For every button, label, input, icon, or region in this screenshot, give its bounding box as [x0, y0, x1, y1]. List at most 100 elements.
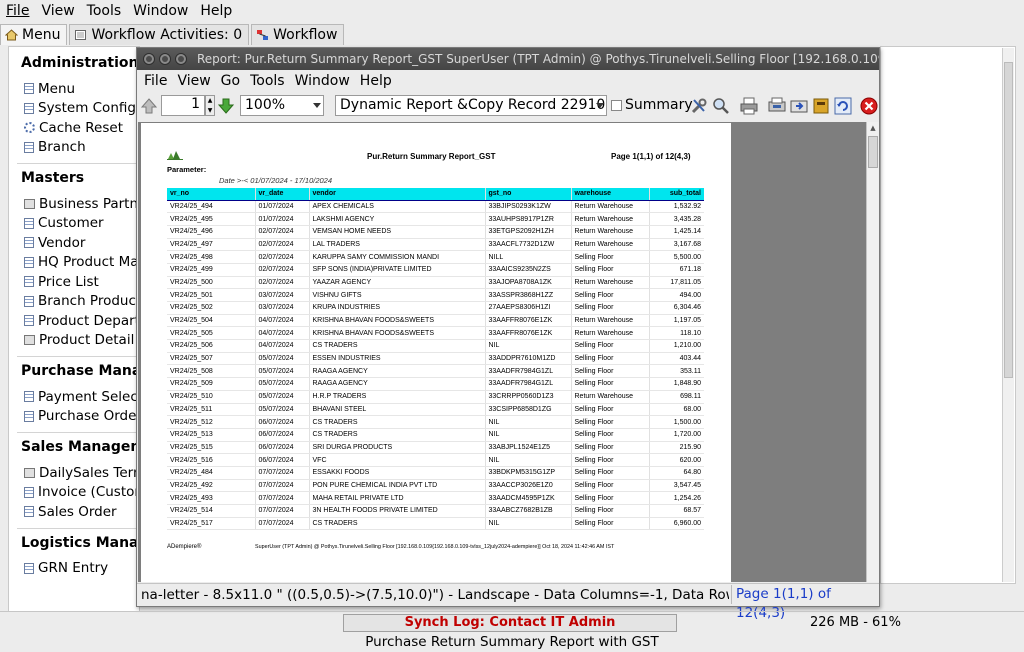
print-button[interactable]	[739, 96, 759, 116]
table-cell: 33AADFR7984G1ZL	[484, 364, 571, 379]
close-report-button[interactable]	[859, 96, 879, 116]
maximize-window-icon[interactable]	[175, 53, 187, 65]
tab-workflow[interactable]: Workflow	[251, 24, 345, 45]
sidebar-item[interactable]: Sales Order	[9, 502, 139, 522]
report-footer-info: SuperUser (TPT Admin) @ Pothys.Tirunelve…	[255, 544, 615, 550]
sidebar-section-title[interactable]: Masters	[9, 170, 139, 186]
table-cell: Selling Floor	[570, 263, 649, 277]
report-window-titlebar[interactable]: Report: Pur.Return Summary Report_GST Su…	[137, 48, 879, 70]
sidebar-item[interactable]: HQ Product Mas	[9, 253, 139, 273]
page-number-input[interactable]: 1	[161, 95, 205, 116]
sidebar-item[interactable]: Product Departr	[9, 311, 139, 331]
table-cell: 1,848.90	[648, 377, 704, 391]
page-spinner[interactable]: ▲ ▼	[205, 95, 215, 116]
sidebar-item[interactable]: GRN Entry	[9, 559, 139, 579]
sidebar-section-title[interactable]: Logistics Manag	[9, 535, 139, 551]
scrollbar-thumb[interactable]	[1004, 62, 1013, 378]
table-row: VR24/25_507 05/07/2024 ESSEN INDUSTRIES 33A…	[167, 352, 704, 366]
workspace-scrollbar[interactable]	[1002, 48, 1014, 582]
sidebar-item[interactable]: Vendor	[9, 233, 139, 253]
menu-tools[interactable]: Tools	[81, 3, 128, 19]
printer-mail-icon	[768, 97, 786, 112]
sidebar-item[interactable]: Customer	[9, 214, 139, 234]
sidebar-item[interactable]: Invoice (Custon	[9, 483, 139, 503]
report-vertical-scrollbar[interactable]: ▲	[866, 122, 879, 582]
table-cell: 3N HEALTH FOODS PRIVATE LIMITED	[308, 504, 485, 518]
table-cell: NILL	[484, 250, 571, 264]
sidebar-item[interactable]: Business Partne	[9, 194, 139, 214]
next-page-button[interactable]	[217, 96, 235, 116]
report-type-value: Dynamic Report &Copy Record 2291032	[340, 97, 607, 113]
table-cell: VR24/25_504	[167, 314, 255, 328]
report-menu-help[interactable]: Help	[355, 73, 397, 89]
report-menu-view[interactable]: View	[172, 73, 215, 89]
scrollbar-thumb[interactable]	[868, 136, 878, 168]
scroll-up-icon[interactable]: ▲	[867, 122, 879, 134]
menu-window[interactable]: Window	[127, 3, 194, 19]
table-cell: 01/07/2024	[254, 200, 309, 214]
sidebar-item[interactable]: Cache Reset	[9, 118, 139, 138]
doc-icon	[24, 295, 34, 307]
table-cell: 05/07/2024	[254, 352, 309, 366]
summary-checkbox[interactable]	[611, 100, 622, 111]
report-menu-tools[interactable]: Tools	[245, 73, 290, 89]
sidebar-section-title[interactable]: Sales Manageme	[9, 439, 139, 455]
table-cell: 01/07/2024	[254, 212, 309, 226]
sidebar-section-title[interactable]: Purchase Manag	[9, 363, 139, 379]
tab-menu[interactable]: Menu	[0, 24, 68, 45]
menu-view[interactable]: View	[35, 3, 80, 19]
table-cell: 33CSIPP6858D1ZG	[484, 403, 571, 417]
report-menu-window[interactable]: Window	[290, 73, 355, 89]
report-menu-go[interactable]: Go	[216, 73, 245, 89]
minimize-window-icon[interactable]	[159, 53, 171, 65]
sidebar-item[interactable]: Menu	[9, 79, 139, 99]
save-button[interactable]	[811, 96, 831, 116]
zoom-select[interactable]: 100%	[240, 95, 324, 116]
menu-help[interactable]: Help	[194, 3, 238, 19]
refresh-button[interactable]	[833, 96, 853, 116]
sidebar-item-label: System Configu	[38, 100, 140, 117]
sidebar-item-label: Invoice (Custon	[38, 484, 140, 501]
sidebar-item[interactable]: Payment Select	[9, 387, 139, 407]
doc-icon	[24, 141, 34, 153]
sidebar-item[interactable]: System Configu	[9, 99, 139, 119]
archive-button[interactable]	[789, 96, 809, 116]
previous-page-button[interactable]	[140, 96, 158, 116]
send-mail-button[interactable]	[767, 96, 787, 116]
sidebar-item[interactable]: Price List	[9, 272, 139, 292]
sidebar-item[interactable]: Branch Product	[9, 292, 139, 312]
table-cell: Selling Floor	[570, 453, 649, 467]
report-parameter-label: Parameter:	[167, 165, 207, 174]
table-cell: Return Warehouse	[570, 314, 649, 328]
sidebar-item[interactable]: Branch	[9, 138, 139, 158]
main-tabs: Menu Workflow Activities: 0 Workflow	[0, 23, 346, 45]
table-cell: VR24/25_493	[167, 491, 255, 505]
menu-file[interactable]: File	[0, 3, 35, 19]
customize-button[interactable]	[689, 96, 709, 116]
table-cell: VR24/25_494	[167, 200, 255, 214]
close-window-icon[interactable]	[143, 53, 155, 65]
table-cell: 1,210.00	[648, 339, 704, 353]
table-cell: CS TRADERS	[308, 428, 485, 442]
table-cell: 33AUHPS8917P1ZR	[484, 212, 571, 226]
table-cell: VR24/25_499	[167, 263, 255, 277]
table-cell: RAAGA AGENCY	[308, 377, 485, 391]
table-cell: 33AABCZ7682B1ZB	[484, 504, 571, 518]
table-cell: Selling Floor	[570, 364, 649, 379]
table-cell: MAHA RETAIL PRIVATE LTD	[308, 491, 485, 505]
report-type-select[interactable]: Dynamic Report &Copy Record 2291032	[335, 95, 607, 116]
archive-icon	[813, 98, 829, 114]
sidebar-item[interactable]: Purchase Order	[9, 407, 139, 427]
sidebar-section-title[interactable]: Administration	[9, 55, 139, 71]
table-cell: Return Warehouse	[570, 276, 649, 290]
report-menu-file[interactable]: File	[139, 73, 172, 89]
sidebar-item-label: Branch	[38, 139, 86, 156]
sidebar-item[interactable]: DailySales Term	[9, 463, 139, 483]
table-cell: ESSEN INDUSTRIES	[308, 352, 485, 366]
find-button[interactable]	[711, 96, 731, 116]
sidebar-item[interactable]: Product Detail	[9, 331, 139, 351]
report-viewer[interactable]: Pur.Return Summary Report_GST Page 1(1,1…	[138, 122, 866, 582]
synch-log-button[interactable]: Synch Log: Contact IT Admin	[343, 614, 677, 632]
tab-workflow-activities[interactable]: Workflow Activities: 0	[69, 24, 250, 45]
table-cell: 07/07/2024	[254, 504, 309, 518]
